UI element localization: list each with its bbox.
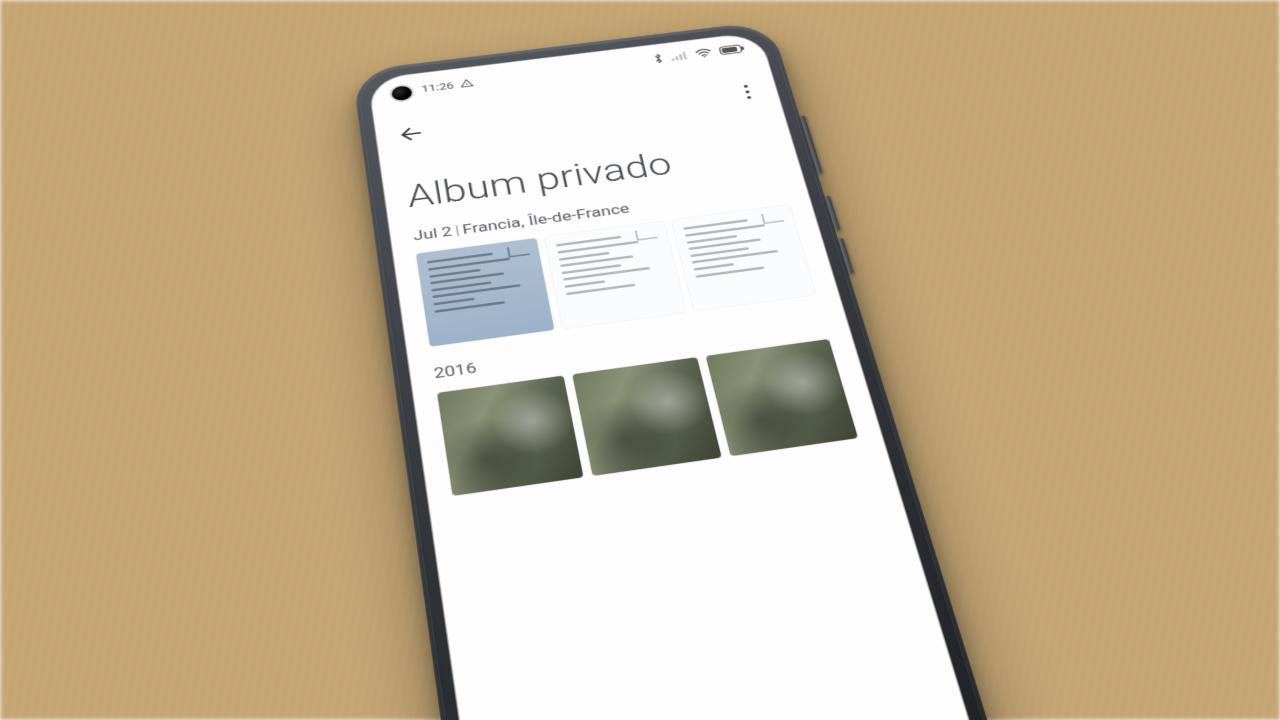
signal-icon <box>670 50 689 61</box>
photo-thumbnail[interactable] <box>706 339 858 456</box>
power-button <box>800 115 823 174</box>
more-options-button[interactable] <box>736 80 758 104</box>
battery-icon <box>718 43 746 55</box>
bluetooth-icon <box>652 53 664 64</box>
photo-thumbnail[interactable] <box>672 205 816 311</box>
section-date: Jul 2 <box>412 224 453 245</box>
volume-down-button <box>838 238 854 274</box>
phone-device: 11:26 <box>352 20 1012 720</box>
section-date: 2016 <box>433 359 478 382</box>
phone-screen: 11:26 <box>367 31 990 720</box>
photo-thumbnail[interactable] <box>545 221 686 328</box>
photo-thumbnail[interactable] <box>437 375 583 495</box>
photo-thumbnail[interactable] <box>572 357 721 476</box>
cloud-icon <box>459 77 476 91</box>
volume-up-button <box>825 195 841 230</box>
status-time: 11:26 <box>421 80 455 94</box>
back-button[interactable] <box>397 123 426 145</box>
photo-thumbnail[interactable] <box>416 238 554 347</box>
wifi-icon <box>694 47 713 58</box>
